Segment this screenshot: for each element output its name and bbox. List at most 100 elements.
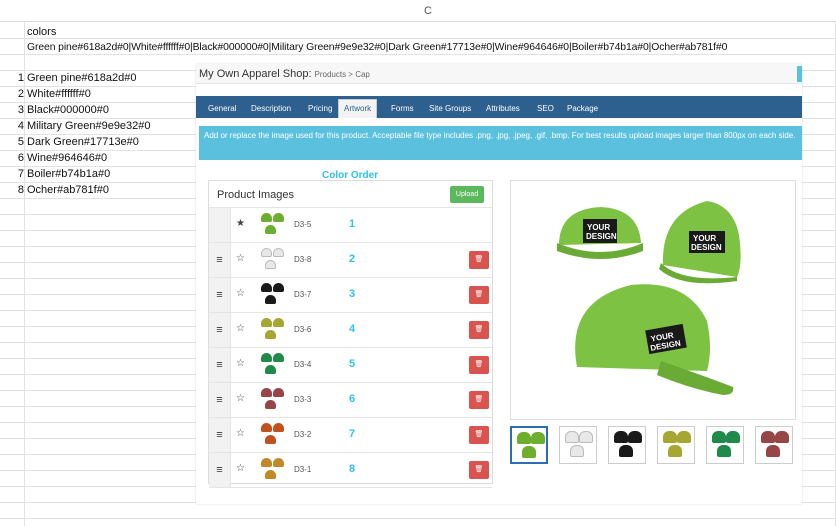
colors-string-cell[interactable]: Green pine#618a2d#0|White#ffffff#0|Black… (27, 42, 727, 53)
app-window: My Own Apparel Shop: Products > Cap Gener… (196, 64, 802, 504)
design-text-your: YOUR (693, 234, 716, 243)
color-swatch[interactable] (657, 426, 695, 464)
tab-seo[interactable]: SEO (537, 100, 554, 118)
drag-handle-icon[interactable]: ≡ (209, 383, 231, 417)
column-header[interactable]: C (0, 0, 836, 22)
drag-handle-icon[interactable]: ≡ (209, 243, 231, 277)
image-code: D3-8 (294, 255, 312, 264)
row-number[interactable]: 6 (0, 152, 24, 164)
color-cell[interactable]: Boiler#b74b1a#0 (27, 168, 110, 180)
row-number[interactable]: 1 (0, 72, 24, 84)
color-cell[interactable]: Military Green#9e9e32#0 (27, 120, 151, 132)
drag-handle-icon[interactable]: ≡ (209, 453, 231, 487)
color-cell[interactable]: Green pine#618a2d#0 (27, 72, 136, 84)
delete-button[interactable]: 🗑 (469, 286, 489, 304)
image-row[interactable]: ≡ ☆ D3-7 3 🗑 (209, 278, 492, 313)
color-order-number: 2 (349, 253, 356, 265)
swatch-cap (668, 445, 682, 457)
cap-thumbnail (259, 353, 285, 377)
mini-cap (261, 353, 272, 362)
mini-cap (261, 388, 272, 397)
color-order-number: 4 (349, 323, 356, 335)
tab-attributes[interactable]: Attributes (486, 100, 520, 118)
row-number[interactable]: 2 (0, 88, 24, 100)
swatch-cap (522, 446, 536, 458)
delete-button[interactable]: 🗑 (469, 391, 489, 409)
color-cell[interactable]: Black#000000#0 (27, 104, 109, 116)
image-row[interactable]: ≡ ☆ D3-4 5 🗑 (209, 348, 492, 383)
color-swatch[interactable] (755, 426, 793, 464)
product-preview: YOUR DESIGN YOUR DESIGN YOUR DESIGN (510, 180, 796, 420)
primary-star-icon[interactable]: ☆ (236, 253, 245, 264)
mini-cap (265, 330, 276, 339)
color-swatch[interactable] (706, 426, 744, 464)
mini-cap (273, 458, 284, 467)
delete-button[interactable]: 🗑 (469, 461, 489, 479)
primary-star-icon[interactable]: ☆ (236, 323, 245, 334)
primary-star-icon[interactable]: ☆ (236, 358, 245, 369)
grid-row-line (0, 38, 836, 39)
image-row[interactable]: ≡ ☆ D3-1 8 🗑 (209, 453, 492, 488)
image-row[interactable]: ★ D3-5 1 (209, 208, 492, 243)
header-cell[interactable]: colors (27, 26, 56, 38)
color-cell[interactable]: White#ffffff#0 (27, 88, 91, 100)
color-swatch[interactable] (510, 426, 548, 464)
color-cell[interactable]: Dark Green#17713e#0 (27, 136, 139, 148)
row-number[interactable]: 5 (0, 136, 24, 148)
image-code: D3-6 (294, 325, 312, 334)
drag-handle-icon[interactable]: ≡ (209, 418, 231, 452)
primary-star-icon[interactable]: ★ (236, 218, 245, 229)
mini-cap (261, 458, 272, 467)
color-swatch[interactable] (559, 426, 597, 464)
image-code: D3-2 (294, 430, 312, 439)
image-row[interactable]: ≡ ☆ D3-6 4 🗑 (209, 313, 492, 348)
swatch-cap (717, 445, 731, 457)
drag-handle-icon[interactable] (209, 208, 231, 242)
drag-handle-icon[interactable]: ≡ (209, 313, 231, 347)
row-number[interactable]: 4 (0, 120, 24, 132)
cap-thumbnail (259, 458, 285, 482)
tab-bar: General Description Pricing Artwork Forms Sit… (196, 96, 802, 118)
color-order-number: 5 (349, 358, 356, 370)
tab-general[interactable]: General (208, 100, 236, 118)
delete-button[interactable]: 🗑 (469, 251, 489, 269)
tab-package[interactable]: Package (567, 100, 598, 118)
delete-button[interactable]: 🗑 (469, 426, 489, 444)
drag-handle-icon[interactable]: ≡ (209, 278, 231, 312)
color-cell[interactable]: Wine#964646#0 (27, 152, 107, 164)
panel-header: Product Images Upload (209, 181, 492, 208)
primary-star-icon[interactable]: ☆ (236, 463, 245, 474)
cap-thumbnail (259, 318, 285, 342)
color-swatch[interactable] (608, 426, 646, 464)
delete-button[interactable]: 🗑 (469, 356, 489, 374)
mini-cap (261, 423, 272, 432)
mini-cap (273, 388, 284, 397)
color-cell[interactable]: Ocher#ab781f#0 (27, 184, 109, 196)
title-edge-marker (797, 66, 802, 82)
row-number[interactable]: 7 (0, 168, 24, 180)
breadcrumb[interactable]: Products > Cap (315, 70, 370, 79)
drag-handle-icon[interactable]: ≡ (209, 348, 231, 382)
cap-crown (575, 284, 710, 371)
mini-cap (273, 423, 284, 432)
image-code: D3-1 (294, 465, 312, 474)
delete-button[interactable]: 🗑 (469, 321, 489, 339)
tab-forms[interactable]: Forms (391, 100, 414, 118)
row-number[interactable]: 3 (0, 104, 24, 116)
swatch-cap (619, 445, 633, 457)
row-number[interactable]: 8 (0, 184, 24, 196)
tab-pricing[interactable]: Pricing (308, 100, 332, 118)
primary-star-icon[interactable]: ☆ (236, 393, 245, 404)
tab-artwork[interactable]: Artwork (338, 99, 378, 118)
tab-description[interactable]: Description (251, 100, 291, 118)
primary-star-icon[interactable]: ☆ (236, 288, 245, 299)
tab-site-groups[interactable]: Site Groups (429, 100, 471, 118)
upload-button[interactable]: Upload (450, 186, 484, 203)
primary-star-icon[interactable]: ☆ (236, 428, 245, 439)
image-row[interactable]: ≡ ☆ D3-3 6 🗑 (209, 383, 492, 418)
image-row[interactable]: ≡ ☆ D3-2 7 🗑 (209, 418, 492, 453)
color-order-number: 6 (349, 393, 356, 405)
cap-thumbnail (259, 283, 285, 307)
swatch-cap (565, 431, 579, 443)
image-row[interactable]: ≡ ☆ D3-8 2 🗑 (209, 243, 492, 278)
